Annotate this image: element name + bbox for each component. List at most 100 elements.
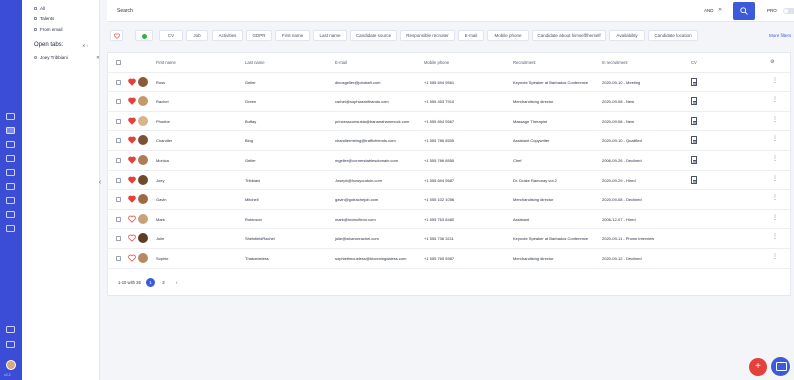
sidebar-item-all[interactable]: All	[34, 6, 45, 11]
cell-email[interactable]: mark@lovinoflenn.com	[335, 217, 376, 222]
col-recruitment[interactable]: Recruitment	[513, 60, 536, 65]
row-menu-icon[interactable]: ⋮	[772, 97, 778, 103]
user-avatar[interactable]	[6, 360, 16, 370]
col-last-name[interactable]: Last name	[245, 60, 265, 65]
row-menu-icon[interactable]: ⋮	[772, 78, 778, 84]
team-icon[interactable]	[6, 211, 15, 218]
favorite-heart-icon[interactable]	[128, 156, 136, 164]
col-in-recruitment[interactable]: In recruitment	[602, 60, 628, 65]
col-email[interactable]: E-mail	[335, 60, 347, 65]
table-row[interactable]: Mark Robinson mark@lovinoflenn.com +1 555 7…	[108, 210, 792, 230]
filter-chip-candidate-source[interactable]: Candidate source	[350, 30, 397, 41]
filter-chip-first-name[interactable]: First name	[275, 30, 310, 41]
page-1-button[interactable]: 1	[146, 278, 155, 287]
calendar-icon[interactable]	[6, 169, 15, 176]
favorite-heart-icon[interactable]	[128, 78, 136, 86]
row-checkbox[interactable]	[116, 79, 121, 85]
more-filters-link[interactable]: More filters	[769, 33, 791, 38]
table-row[interactable]: Monica Geller mgeller@cornerstablesdomain.…	[108, 151, 792, 171]
cell-email[interactable]: princessconsuela@bananahammock.com	[335, 119, 409, 124]
column-settings-icon[interactable]: ⚙	[770, 59, 774, 65]
next-page-button[interactable]: ›	[172, 278, 181, 287]
cv-document-icon[interactable]	[691, 175, 697, 184]
cv-document-icon[interactable]	[691, 156, 697, 164]
table-row[interactable]: Joey Tribbiani Joseph@howyoudoin.com +1 555…	[108, 171, 792, 191]
table-row[interactable]: Phoebe Buffay princessconsuela@bananahammo…	[108, 112, 792, 132]
col-mobile-phone[interactable]: Mobile phone	[424, 60, 449, 65]
status-filter-button[interactable]	[135, 30, 153, 41]
cv-document-icon[interactable]	[691, 116, 697, 125]
row-checkbox[interactable]	[116, 138, 121, 144]
favorite-heart-icon[interactable]	[128, 176, 136, 184]
add-candidate-button[interactable]: +	[749, 358, 767, 376]
table-row[interactable]: Rachel Green rachel@sophiasmithands.com +1 …	[108, 92, 792, 112]
filter-chip-activities[interactable]: Activities	[212, 30, 243, 41]
cell-email[interactable]: julie@wharonrachel.com	[335, 236, 379, 241]
cell-email[interactable]: Joseph@howyoudoin.com	[335, 178, 382, 183]
integrations-icon[interactable]	[6, 326, 15, 333]
row-checkbox[interactable]	[116, 158, 121, 163]
search-input[interactable]: Search	[117, 8, 133, 14]
favorite-heart-icon[interactable]	[128, 97, 136, 105]
row-menu-icon[interactable]: ⋮	[772, 136, 778, 142]
favorite-heart-icon[interactable]	[128, 234, 136, 243]
filter-chip-last-name[interactable]: Last name	[313, 30, 347, 41]
table-row[interactable]: Julie ShelsfieldRachel julie@wharonrachel.…	[108, 229, 792, 249]
row-menu-icon[interactable]: ⋮	[772, 156, 778, 162]
favorite-heart-icon[interactable]	[128, 117, 136, 125]
cv-document-icon[interactable]	[691, 136, 697, 145]
filter-chip-mobile-phone[interactable]: Mobile phone	[487, 30, 529, 41]
open-tab-item[interactable]: Joey Tribbiani ✕	[34, 55, 112, 60]
row-menu-icon[interactable]: ⋮	[772, 176, 778, 182]
filter-chip-responsible-recruiter[interactable]: Responsible recruiter	[400, 30, 455, 41]
cv-document-icon[interactable]	[691, 97, 697, 106]
sidebar-item-talents[interactable]: Talents	[34, 16, 54, 21]
filter-chip-candidate-about[interactable]: Candidate about himself/herself	[532, 30, 606, 41]
cell-email[interactable]: sophiethecueless@bloomingdaless.com	[335, 256, 406, 261]
row-menu-icon[interactable]: ⋮	[772, 215, 778, 221]
page-2-button[interactable]: 2	[159, 278, 168, 287]
row-checkbox[interactable]	[116, 99, 121, 105]
row-checkbox[interactable]	[116, 118, 121, 124]
favorite-heart-icon[interactable]	[128, 195, 136, 203]
documents-icon[interactable]	[6, 183, 15, 190]
open-tabs-controls[interactable]: ✕ ‹	[82, 43, 88, 48]
favorite-heart-icon[interactable]	[128, 215, 136, 223]
table-row[interactable]: Chandler Bing chandlermbing@trafficfriends…	[108, 131, 792, 151]
row-checkbox[interactable]	[116, 256, 121, 261]
sidebar-item-from-email[interactable]: From email	[34, 27, 63, 32]
collapse-sidebar-icon[interactable]: ‹	[96, 178, 104, 188]
table-row[interactable]: Ross Geller dinosgeller@jobdraft.com +1 555…	[108, 73, 792, 93]
settings-icon[interactable]	[6, 225, 15, 232]
filter-chip-job[interactable]: Job	[186, 30, 208, 41]
chat-button[interactable]	[771, 357, 790, 376]
pro-toggle[interactable]	[783, 8, 794, 14]
table-row[interactable]: Gavin Mitchell gavin@gotrachejob.com +1 555…	[108, 190, 792, 210]
row-checkbox[interactable]	[116, 197, 121, 203]
row-checkbox[interactable]	[116, 236, 121, 242]
reports-icon[interactable]	[6, 197, 15, 204]
favorite-filter-button[interactable]	[110, 30, 123, 41]
favorite-heart-icon[interactable]	[128, 254, 136, 262]
close-tab-icon[interactable]: ✕	[96, 55, 100, 61]
filter-chip-cv[interactable]: CV	[159, 30, 183, 41]
row-checkbox[interactable]	[116, 216, 121, 222]
row-menu-icon[interactable]: ⋮	[772, 234, 778, 240]
search-button[interactable]	[733, 2, 755, 20]
cell-email[interactable]: rachel@sophiasmithands.com	[335, 99, 389, 104]
operator-label[interactable]: AND	[704, 8, 714, 13]
cell-email[interactable]: mgeller@cornerstablesdomain.com	[335, 158, 398, 163]
filter-chip-email[interactable]: E-mail	[458, 30, 484, 41]
candidates-icon[interactable]	[6, 127, 15, 134]
table-row[interactable]: Sophie Thatcedeless sophiethecueless@bloom…	[108, 249, 792, 269]
filter-chip-availability[interactable]: Availability	[609, 30, 645, 41]
dashboard-icon[interactable]	[6, 113, 15, 120]
col-cv[interactable]: CV	[691, 60, 697, 65]
cell-email[interactable]: gavin@gotrachejob.com	[335, 197, 378, 202]
cell-email[interactable]: chandlermbing@trafficfriends.com	[335, 138, 396, 143]
operator-clear-icon[interactable]: ✕	[718, 7, 722, 13]
row-menu-icon[interactable]: ⋮	[772, 195, 778, 201]
filter-chip-candidate-location[interactable]: Candidate location	[648, 30, 698, 41]
row-menu-icon[interactable]: ⋮	[772, 117, 778, 123]
row-checkbox[interactable]	[116, 177, 121, 183]
